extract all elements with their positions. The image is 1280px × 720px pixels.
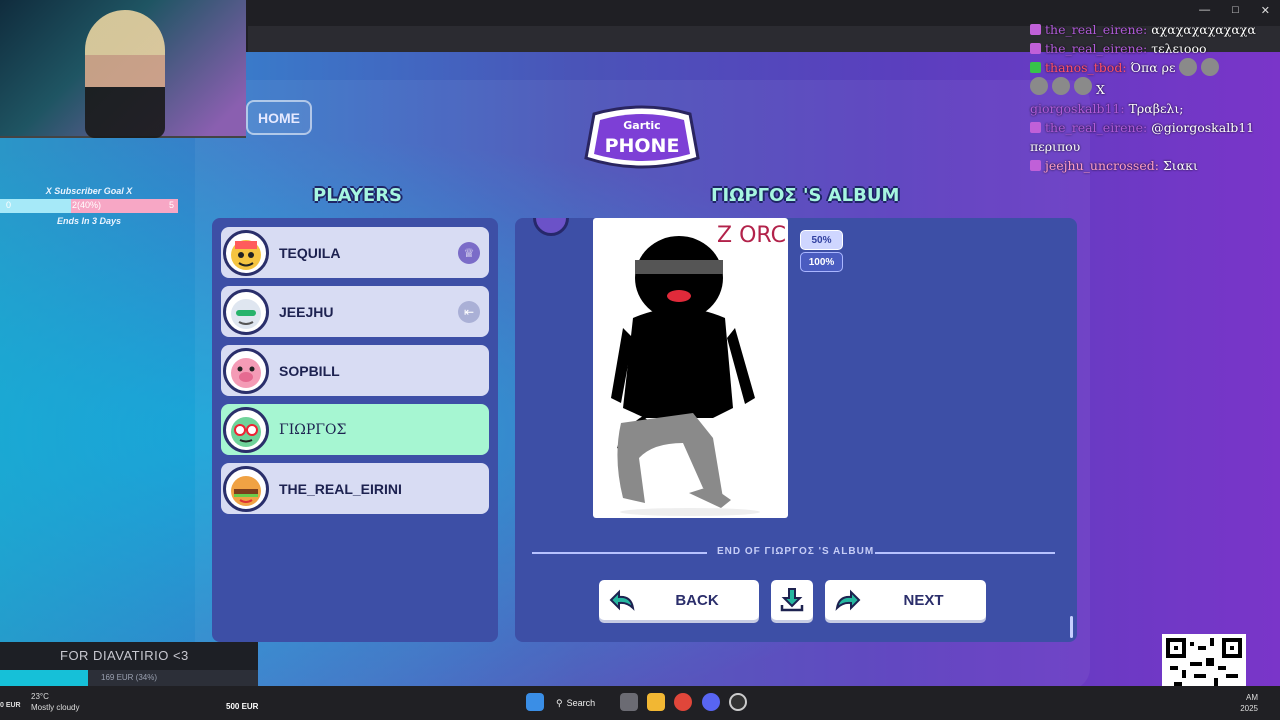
sub-goal-end: 5 <box>168 200 174 210</box>
task-view-icon[interactable] <box>620 693 638 711</box>
subscriber-goal: X Subscriber Goal X 0 2(40%) 5 Ends In 3… <box>0 186 178 226</box>
sub-goal-ends: Ends In 3 Days <box>56 216 122 226</box>
obs-icon[interactable] <box>729 693 747 711</box>
chat-message: X <box>1030 77 1280 99</box>
weather-widget[interactable]: 23°C Mostly cloudy <box>31 691 79 713</box>
player-item[interactable]: THE_REAL_EIRINI <box>221 463 489 514</box>
crown-icon: ♕ <box>458 242 480 264</box>
player-name: ΓΙΩΡΓΟΣ <box>279 421 347 438</box>
windows-start-icon[interactable] <box>526 693 544 711</box>
emote-icon <box>1179 58 1198 76</box>
album-end-text: END OF ΓΙΩΡΓΟΣ 'S ALBUM <box>717 546 875 557</box>
badge-icon <box>1030 43 1041 54</box>
eur-label: 500 EUR <box>226 702 259 711</box>
player-item[interactable]: TEQUILA ♕ <box>221 227 489 278</box>
close-icon[interactable]: ✕ <box>1261 4 1270 17</box>
donation-bar: 169 EUR (34%) <box>0 670 258 686</box>
chat-message: jeejhu_uncrossed: Σιακι <box>1030 156 1280 175</box>
chat-message: the_real_eirene: τελειοοο <box>1030 39 1280 58</box>
windows-taskbar: 0 EUR 23°C Mostly cloudy 500 EUR ⚲ Search… <box>0 686 1280 720</box>
gartic-phone-logo: Gartic PHONE <box>584 105 700 169</box>
badge-icon <box>1030 24 1041 35</box>
eur-left-label: 0 EUR <box>0 702 21 709</box>
window-controls: — □ ✕ <box>1199 4 1270 17</box>
emote-icon <box>1052 77 1070 95</box>
players-title: PLAYERS <box>313 185 403 206</box>
player-item-active[interactable]: ΓΙΩΡΓΟΣ <box>221 404 489 455</box>
sub-goal-bar: 0 2(40%) 5 <box>0 199 178 213</box>
download-icon <box>780 588 804 612</box>
player-name: SOPBILL <box>279 362 340 379</box>
sub-goal-title: X Subscriber Goal X <box>45 186 133 196</box>
zoom-100-button[interactable]: 100% <box>800 252 843 272</box>
svg-text:PHONE: PHONE <box>605 135 680 157</box>
taskbar-clock[interactable]: AM 2025 <box>1240 692 1258 714</box>
divider-line-right <box>875 552 1055 554</box>
player-name: THE_REAL_EIRINI <box>279 480 402 497</box>
zoom-50-button[interactable]: 50% <box>800 230 843 250</box>
download-button[interactable] <box>771 580 813 620</box>
minimize-icon[interactable]: — <box>1199 4 1210 17</box>
album-drawing[interactable]: Z ORC <box>593 218 788 518</box>
sub-goal-progress: 2(40%) <box>72 200 102 210</box>
album-author-avatar <box>533 218 569 236</box>
maximize-icon[interactable]: □ <box>1232 4 1239 17</box>
file-explorer-icon[interactable] <box>647 693 665 711</box>
player-avatar <box>223 406 269 453</box>
check-icon <box>1030 62 1041 73</box>
scrollbar[interactable] <box>1070 616 1073 638</box>
chat-message: the_real_eirene: @giorgoskalb11 περιπου <box>1030 120 1255 154</box>
badge-icon <box>1030 122 1041 133</box>
donation-message: FOR DIAVATIRIO <3 <box>60 648 189 663</box>
chat-message: giorgoskalb11: Τραβελι; <box>1030 101 1184 116</box>
player-item[interactable]: SOPBILL <box>221 345 489 396</box>
donation-amount: 169 EUR (34%) <box>101 673 158 682</box>
players-panel: TEQUILA ♕ JEEJHU ⇤ SOPBILL ΓΙΩΡΓΟΣ THE_R… <box>212 218 498 642</box>
emote-icon <box>1074 77 1092 95</box>
player-avatar <box>223 465 269 512</box>
sub-goal-start: 0 <box>6 200 12 210</box>
badge-icon <box>1030 160 1041 171</box>
donation-fill <box>0 670 88 686</box>
player-avatar <box>223 347 269 394</box>
search-icon: ⚲ <box>556 697 563 708</box>
chat-message: thanos_tbod: Όπα ρε <box>1030 58 1280 77</box>
home-button[interactable]: HOME <box>246 100 312 135</box>
emote-icon <box>1030 77 1048 95</box>
player-avatar <box>223 288 269 335</box>
player-avatar <box>223 229 269 276</box>
webcam-overlay <box>0 0 246 138</box>
svg-text:Z ORC: Z ORC <box>717 223 786 248</box>
player-item[interactable]: JEEJHU ⇤ <box>221 286 489 337</box>
donation-goal: FOR DIAVATIRIO <3 169 EUR (34%) <box>0 642 258 686</box>
player-name: JEEJHU <box>279 303 334 320</box>
svg-text:Gartic: Gartic <box>623 119 660 132</box>
discord-icon[interactable] <box>702 693 720 711</box>
album-panel: Z ORC 50% 100% END OF ΓΙΩΡΓΟΣ 'S ALBUM B <box>515 218 1077 642</box>
next-button[interactable]: NEXT <box>825 580 986 620</box>
chrome-icon[interactable] <box>674 693 692 711</box>
taskbar-search[interactable]: ⚲ Search <box>556 693 606 713</box>
back-button[interactable]: BACK <box>599 580 759 620</box>
chat-overlay: the_real_eirene: αχαχαχαχαχαχα the_real_e… <box>1030 20 1280 175</box>
player-name: TEQUILA <box>279 244 341 261</box>
album-title: ΓΙΩΡΓΟΣ 'S ALBUM <box>711 185 900 206</box>
streamer-figure <box>85 10 165 138</box>
next-label: NEXT <box>903 591 944 609</box>
back-label: BACK <box>675 591 719 609</box>
divider-line-left <box>532 552 707 554</box>
chat-message: the_real_eirene: αχαχαχαχαχαχα <box>1030 20 1280 39</box>
exit-icon: ⇤ <box>458 301 480 323</box>
emote-icon <box>1201 58 1220 76</box>
